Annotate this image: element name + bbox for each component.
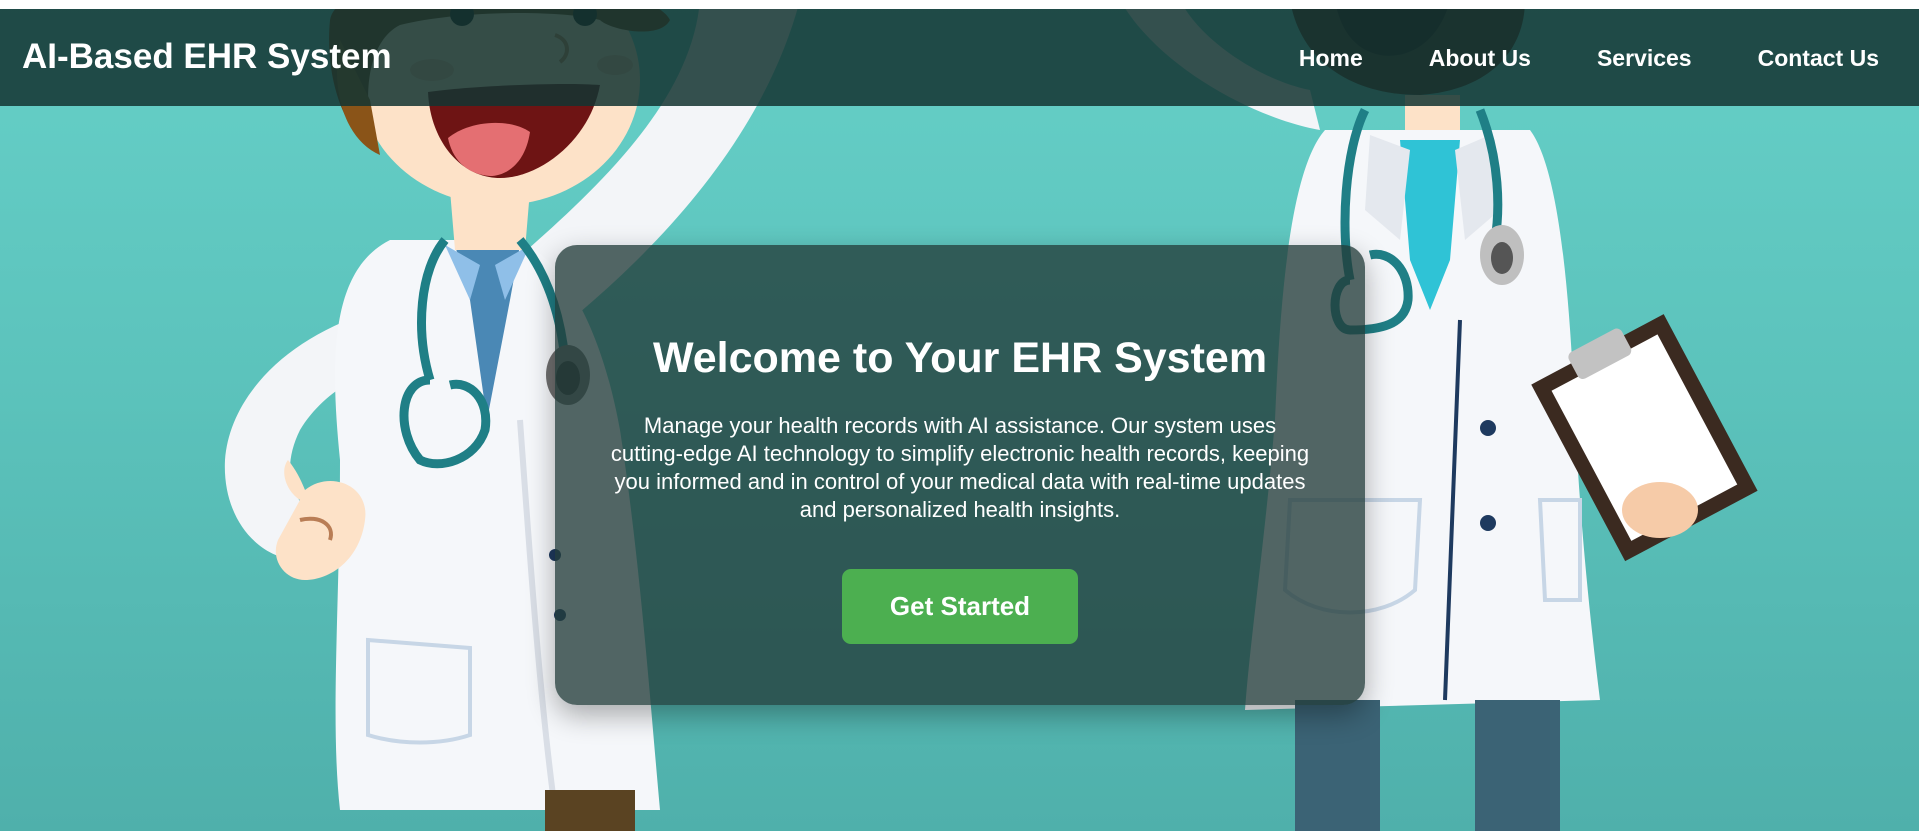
nav-link-about-us[interactable]: About Us — [1429, 44, 1531, 72]
brand-logo-text[interactable]: AI-Based EHR System — [22, 37, 392, 77]
welcome-card: Welcome to Your EHR System Manage your h… — [555, 245, 1365, 705]
nav-link-home[interactable]: Home — [1299, 44, 1363, 72]
welcome-description: Manage your health records with AI assis… — [610, 413, 1310, 522]
nav-link-contact-us[interactable]: Contact Us — [1758, 44, 1879, 72]
main-nav: Home About Us Services Contact Us — [1299, 44, 1879, 72]
get-started-button[interactable]: Get Started — [842, 569, 1078, 644]
browser-top-strip — [0, 0, 1919, 9]
welcome-title: Welcome to Your EHR System — [652, 334, 1268, 382]
landing-page: AI-Based EHR System Home About Us Servic… — [0, 0, 1919, 831]
nav-link-services[interactable]: Services — [1597, 44, 1692, 72]
site-header: AI-Based EHR System Home About Us Servic… — [0, 9, 1919, 106]
